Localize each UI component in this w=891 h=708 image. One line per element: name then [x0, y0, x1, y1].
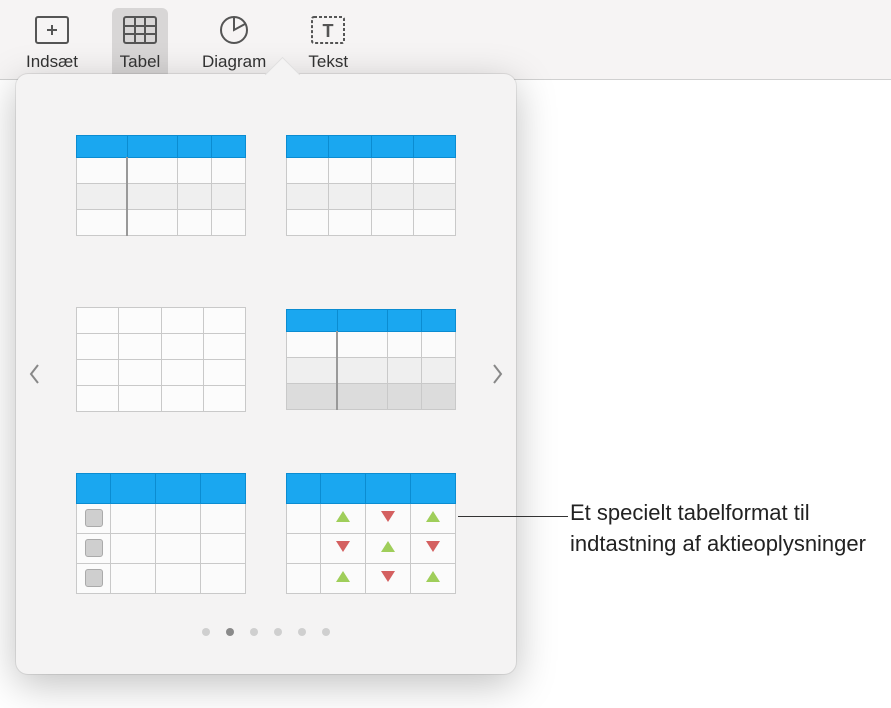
- text-icon: T: [306, 12, 350, 48]
- toolbar-label: Tabel: [120, 52, 161, 72]
- insert-icon: [30, 12, 74, 48]
- chart-icon: [212, 12, 256, 48]
- callout-text: Et specielt tabelformat til indtastning …: [570, 498, 870, 560]
- table-icon: [118, 12, 162, 48]
- chevron-left-icon: [28, 363, 40, 385]
- page-dot-5[interactable]: [298, 628, 306, 636]
- table-styles-grid: [46, 114, 486, 604]
- toolbar-table[interactable]: Tabel: [112, 8, 168, 79]
- toolbar-label: Diagram: [202, 52, 266, 72]
- page-dot-6[interactable]: [322, 628, 330, 636]
- table-style-header-only[interactable]: [286, 114, 456, 256]
- toolbar: Indsæt Tabel Diagram T Tekst: [0, 0, 891, 80]
- toolbar-label: Indsæt: [26, 52, 78, 72]
- table-styles-popover: [16, 74, 516, 674]
- next-page-button[interactable]: [488, 354, 508, 394]
- chevron-right-icon: [492, 363, 504, 385]
- callout-line: [458, 516, 568, 517]
- table-style-header-column[interactable]: [76, 114, 246, 256]
- toolbar-label: Tekst: [308, 52, 348, 72]
- toolbar-chart[interactable]: Diagram: [196, 8, 272, 79]
- page-dot-1[interactable]: [202, 628, 210, 636]
- table-style-header-footer[interactable]: [286, 288, 456, 430]
- table-style-stock[interactable]: [286, 462, 456, 604]
- toolbar-insert[interactable]: Indsæt: [20, 8, 84, 79]
- page-dot-4[interactable]: [274, 628, 282, 636]
- page-dots: [46, 628, 486, 636]
- page-dot-3[interactable]: [250, 628, 258, 636]
- toolbar-text[interactable]: T Tekst: [300, 8, 356, 79]
- table-style-checklist[interactable]: [76, 462, 246, 604]
- svg-text:T: T: [323, 21, 334, 41]
- previous-page-button[interactable]: [24, 354, 44, 394]
- page-dot-2[interactable]: [226, 628, 234, 636]
- table-style-plain[interactable]: [76, 288, 246, 430]
